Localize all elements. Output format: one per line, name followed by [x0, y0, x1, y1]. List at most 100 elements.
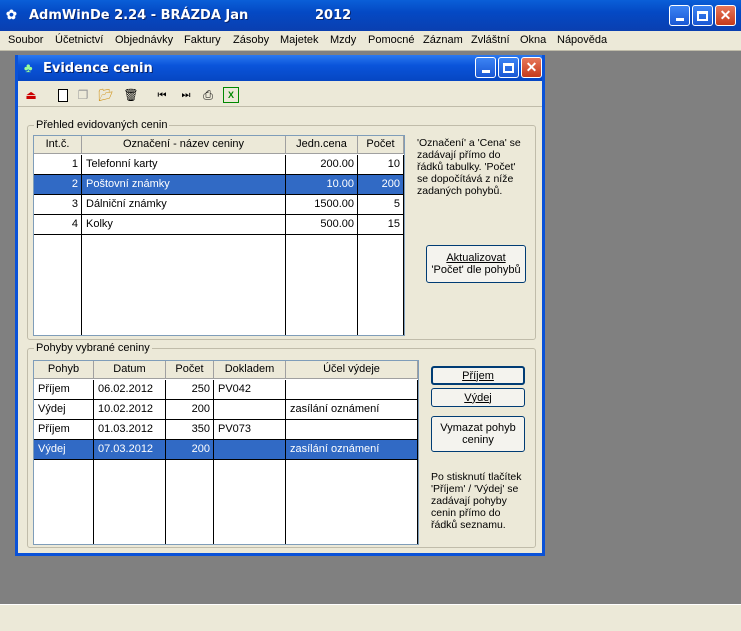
minimize-icon — [675, 18, 684, 21]
menu-pomocne[interactable]: Pomocné — [368, 34, 414, 46]
menu-zaznam[interactable]: Záznam — [423, 34, 463, 46]
cell-price[interactable]: 10.00 — [286, 175, 357, 194]
menu-ucetnictvi[interactable]: Účetnictví — [55, 34, 103, 46]
cell-name[interactable]: Telefonní karty — [82, 155, 285, 174]
col-header-count[interactable]: Počet — [358, 136, 404, 154]
cell-intc[interactable]: 1 — [34, 155, 81, 174]
menu-mzdy[interactable]: Mzdy — [330, 34, 356, 46]
cell-datum[interactable]: 06.02.2012 — [94, 380, 165, 399]
close-icon: ✕ — [525, 59, 538, 75]
menu-objednavky[interactable]: Objednávky — [115, 34, 173, 46]
table-row[interactable]: 3 Dálniční známky 1500.00 5 — [34, 195, 404, 215]
cenin-overview-legend: Přehled evidovaných cenin — [34, 119, 170, 131]
delete-movement-button[interactable]: Vymazat pohyb ceniny — [431, 416, 525, 452]
cell-ucel[interactable] — [286, 380, 417, 399]
cell-count[interactable]: 5 — [358, 195, 403, 214]
menu-faktury[interactable]: Faktury — [184, 34, 221, 46]
cell-ucel[interactable] — [286, 420, 417, 439]
update-count-button[interactable]: Aktualizovat 'Počet' dle pohybů — [426, 245, 526, 283]
delete-movement-label-2: ceniny — [462, 434, 494, 446]
cell-dokladem[interactable] — [214, 400, 285, 419]
maximize-button[interactable] — [692, 5, 713, 26]
print-icon[interactable]: ⎙ — [200, 87, 216, 103]
cell-ucel[interactable]: zasílání oznámení — [286, 400, 417, 419]
window-close-button[interactable]: ✕ — [521, 57, 542, 78]
cell-pohyb[interactable]: Výdej — [34, 440, 93, 459]
new-icon[interactable] — [55, 87, 71, 103]
cell-pohyb[interactable]: Příjem — [34, 380, 93, 399]
cell-datum[interactable]: 01.03.2012 — [94, 420, 165, 439]
col-header-pocet[interactable]: Počet — [166, 361, 214, 379]
vydej-button[interactable]: Výdej — [431, 388, 525, 407]
menu-majetek[interactable]: Majetek — [280, 34, 319, 46]
last-icon[interactable]: ⏭︎ — [178, 87, 194, 103]
delete-icon[interactable]: 🗑︎ — [123, 87, 139, 103]
table-row[interactable]: Výdej 10.02.2012 200 zasílání oznámení — [34, 400, 418, 420]
col-header-pohyb[interactable]: Pohyb — [34, 361, 94, 379]
cell-dokladem[interactable]: PV073 — [214, 420, 285, 439]
cell-dokladem[interactable] — [214, 440, 285, 459]
col-header-ucel[interactable]: Účel výdeje — [286, 361, 418, 379]
col-divider — [357, 155, 358, 335]
cell-count[interactable]: 10 — [358, 155, 403, 174]
menu-zvlastni[interactable]: Zvláštní — [471, 34, 510, 46]
first-icon[interactable]: ⏮︎ — [154, 87, 170, 103]
col-header-intc[interactable]: Int.č. — [34, 136, 82, 154]
cell-datum[interactable]: 07.03.2012 — [94, 440, 165, 459]
cell-name[interactable]: Poštovní známky — [82, 175, 285, 194]
window-minimize-button[interactable] — [475, 57, 496, 78]
copy-icon[interactable]: ❐ — [75, 87, 91, 103]
cell-intc[interactable]: 2 — [34, 175, 81, 194]
cenin-note: 'Označení' a 'Cena' se zadávají přímo do… — [417, 137, 521, 197]
cell-intc[interactable]: 3 — [34, 195, 81, 214]
table-row[interactable]: 2 Poštovní známky 10.00 200 — [34, 175, 404, 195]
col-divider — [403, 155, 404, 335]
prijem-button[interactable]: Příjem — [431, 366, 525, 385]
cell-price[interactable]: 500.00 — [286, 215, 357, 234]
open-icon[interactable]: 📂︎ — [98, 87, 114, 103]
cell-dokladem[interactable]: PV042 — [214, 380, 285, 399]
col-header-name[interactable]: Označení - název ceniny — [82, 136, 286, 154]
menu-napoveda[interactable]: Nápověda — [557, 34, 607, 46]
cenin-table[interactable]: Int.č. Označení - název ceniny Jedn.cena… — [33, 135, 405, 336]
cell-price[interactable]: 200.00 — [286, 155, 357, 174]
cell-intc[interactable]: 4 — [34, 215, 81, 234]
col-header-price[interactable]: Jedn.cena — [286, 136, 358, 154]
menu-okna[interactable]: Okna — [520, 34, 546, 46]
exit-icon[interactable]: ⏏ — [23, 87, 39, 103]
cell-count[interactable]: 15 — [358, 215, 403, 234]
close-icon: ✕ — [719, 7, 732, 23]
col-header-dokladem[interactable]: Dokladem — [214, 361, 286, 379]
cell-pohyb[interactable]: Výdej — [34, 400, 93, 419]
cell-pocet[interactable]: 350 — [166, 420, 213, 439]
cell-pocet[interactable]: 200 — [166, 400, 213, 419]
col-header-datum[interactable]: Datum — [94, 361, 166, 379]
statusbar — [0, 604, 741, 631]
cell-pocet[interactable]: 200 — [166, 440, 213, 459]
maximize-icon — [503, 62, 514, 73]
close-button[interactable]: ✕ — [715, 5, 736, 26]
cell-ucel[interactable]: zasílání oznámení — [286, 440, 417, 459]
table-row[interactable]: Příjem 01.03.2012 350 PV073 — [34, 420, 418, 440]
vydej-label: Výdej — [464, 391, 492, 404]
cell-pohyb[interactable]: Příjem — [34, 420, 93, 439]
cell-name[interactable]: Dálniční známky — [82, 195, 285, 214]
cell-name[interactable]: Kolky — [82, 215, 285, 234]
cell-pocet[interactable]: 250 — [166, 380, 213, 399]
delete-movement-label-1: Vymazat pohyb — [440, 422, 516, 434]
table-row[interactable]: Příjem 06.02.2012 250 PV042 — [34, 380, 418, 400]
col-divider — [93, 380, 94, 544]
cell-datum[interactable]: 10.02.2012 — [94, 400, 165, 419]
table-row[interactable]: 1 Telefonní karty 200.00 10 — [34, 155, 404, 175]
excel-icon[interactable]: X — [223, 87, 239, 103]
toolbar: ⏏ ❐ 📂︎ 🗑︎ ⏮︎ ⏭︎ ⎙ X — [18, 83, 542, 107]
table-row[interactable]: Výdej 07.03.2012 200 zasílání oznámení — [34, 440, 418, 460]
cell-price[interactable]: 1500.00 — [286, 195, 357, 214]
cell-count[interactable]: 200 — [358, 175, 403, 194]
menu-soubor[interactable]: Soubor — [8, 34, 43, 46]
table-row[interactable]: 4 Kolky 500.00 15 — [34, 215, 404, 235]
menu-zasoby[interactable]: Zásoby — [233, 34, 269, 46]
movements-table[interactable]: Pohyb Datum Počet Dokladem Účel výdeje P… — [33, 360, 419, 545]
minimize-button[interactable] — [669, 5, 690, 26]
window-maximize-button[interactable] — [498, 57, 519, 78]
